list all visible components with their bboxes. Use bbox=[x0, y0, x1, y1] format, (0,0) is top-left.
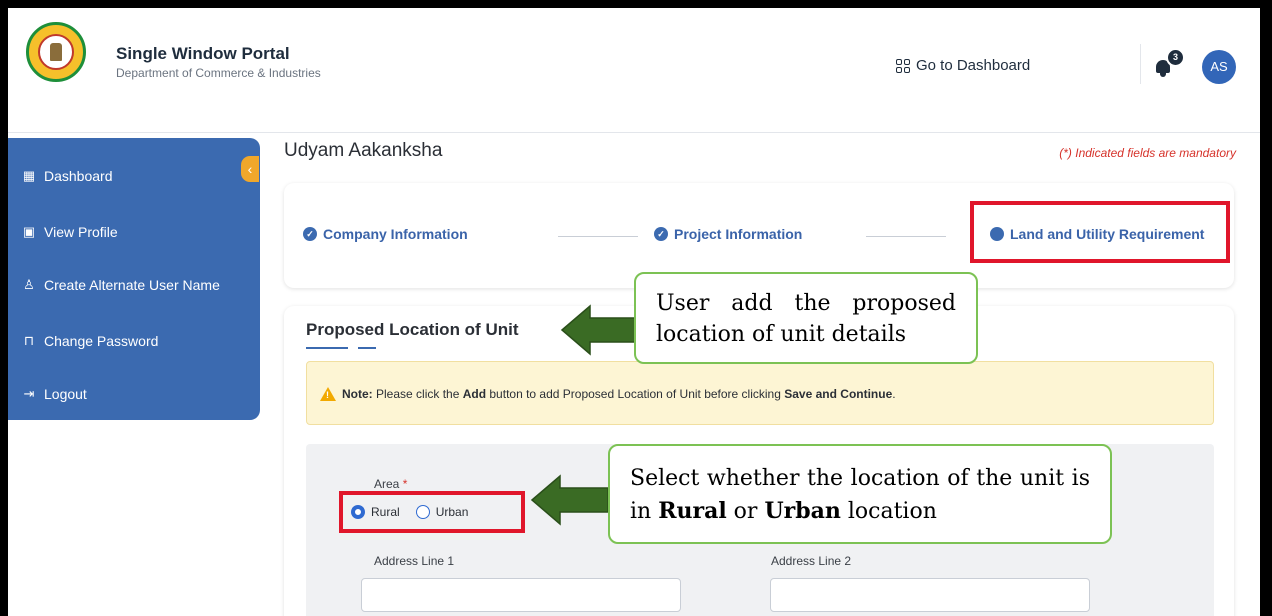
callout-proposed-location: User add the proposed location of unit d… bbox=[634, 272, 978, 364]
note-bold-add: Add bbox=[462, 387, 487, 401]
sidebar-item-label: Change Password bbox=[44, 333, 159, 349]
step-connector bbox=[558, 236, 638, 237]
note-bold-save: Save and Continue bbox=[784, 387, 893, 401]
address-line-1-label: Address Line 1 bbox=[374, 554, 455, 568]
chevron-left-icon: ‹ bbox=[247, 161, 253, 177]
avatar[interactable]: AS bbox=[1202, 50, 1236, 84]
sidebar: ▦ Dashboard ▣ View Profile ♙ Create Alte… bbox=[8, 138, 260, 420]
grid-icon bbox=[896, 58, 910, 73]
grid-icon: ▦ bbox=[22, 168, 36, 183]
callout-text: or bbox=[726, 499, 765, 524]
callout-text: location bbox=[840, 499, 937, 524]
sidebar-item-label: Dashboard bbox=[44, 168, 113, 184]
sidebar-item-logout[interactable]: ⇥ Logout bbox=[22, 386, 87, 402]
note-text-part: button to add Proposed Location of Unit … bbox=[486, 387, 785, 401]
title-underline bbox=[358, 347, 376, 349]
portal-title: Single Window Portal bbox=[116, 44, 290, 63]
portal-subtitle: Department of Commerce & Industries bbox=[116, 66, 321, 80]
area-label: Area * bbox=[374, 477, 408, 491]
note-prefix: Note: bbox=[342, 387, 373, 401]
sidebar-item-create-alternate-user-name[interactable]: ♙ Create Alternate User Name bbox=[22, 277, 220, 293]
go-to-dashboard-label: Go to Dashboard bbox=[916, 57, 1031, 74]
address-line-1-input[interactable] bbox=[361, 578, 681, 612]
step-label: Project Information bbox=[674, 226, 803, 242]
title-underline bbox=[306, 347, 348, 349]
portal-logo-icon bbox=[26, 22, 86, 82]
step-connector bbox=[866, 236, 946, 237]
sidebar-item-label: Create Alternate User Name bbox=[44, 277, 220, 293]
notification-badge: 3 bbox=[1166, 48, 1185, 67]
page-title: Udyam Aakanksha bbox=[284, 140, 443, 161]
sidebar-item-label: View Profile bbox=[44, 224, 118, 240]
address-line-2-label: Address Line 2 bbox=[771, 554, 852, 568]
callout-text-bold: Rural bbox=[658, 498, 727, 524]
callout-text: User add the proposed location of unit d… bbox=[656, 291, 956, 347]
warning-icon: ! bbox=[320, 387, 336, 401]
header: Single Window Portal Department of Comme… bbox=[8, 8, 1260, 133]
check-circle-icon: ✓ bbox=[654, 227, 668, 241]
note-text-part: . bbox=[892, 387, 896, 401]
sidebar-collapse-button[interactable]: ‹ bbox=[241, 156, 259, 182]
user-add-icon: ♙ bbox=[23, 277, 35, 292]
callout-area-selection: Select whether the location of the unit … bbox=[608, 444, 1112, 544]
browser-frame: Single Window Portal Department of Comme… bbox=[8, 8, 1260, 616]
sidebar-item-change-password[interactable]: ⊓ Change Password bbox=[22, 333, 158, 349]
address-line-2-input[interactable] bbox=[770, 578, 1090, 612]
step-project-information[interactable]: ✓ Project Information bbox=[654, 226, 802, 242]
section-title: Proposed Location of Unit bbox=[306, 320, 519, 339]
step-label: Company Information bbox=[323, 226, 468, 242]
go-to-dashboard-button[interactable]: Go to Dashboard bbox=[896, 57, 1030, 74]
header-divider bbox=[1140, 44, 1141, 84]
sidebar-item-label: Logout bbox=[44, 386, 87, 402]
callout-text-bold: Urban bbox=[764, 498, 841, 524]
mandatory-note: (*) Indicated fields are mandatory bbox=[1059, 146, 1236, 160]
sidebar-item-view-profile[interactable]: ▣ View Profile bbox=[22, 224, 118, 240]
check-circle-icon: ✓ bbox=[303, 227, 317, 241]
sidebar-item-dashboard[interactable]: ▦ Dashboard bbox=[22, 168, 113, 184]
lock-icon: ⊓ bbox=[23, 333, 35, 348]
callout-arrow-left-icon bbox=[560, 304, 637, 356]
highlight-box-area bbox=[339, 491, 525, 533]
logout-icon: ⇥ bbox=[23, 386, 35, 401]
note-text: ! Note: Please click the Add button to a… bbox=[320, 387, 896, 401]
note-text-part: Please click the bbox=[372, 387, 463, 401]
profile-icon: ▣ bbox=[22, 224, 36, 239]
step-company-information[interactable]: ✓ Company Information bbox=[303, 226, 468, 242]
highlight-box-current-step bbox=[970, 201, 1230, 263]
callout-arrow-left-icon bbox=[530, 474, 609, 526]
